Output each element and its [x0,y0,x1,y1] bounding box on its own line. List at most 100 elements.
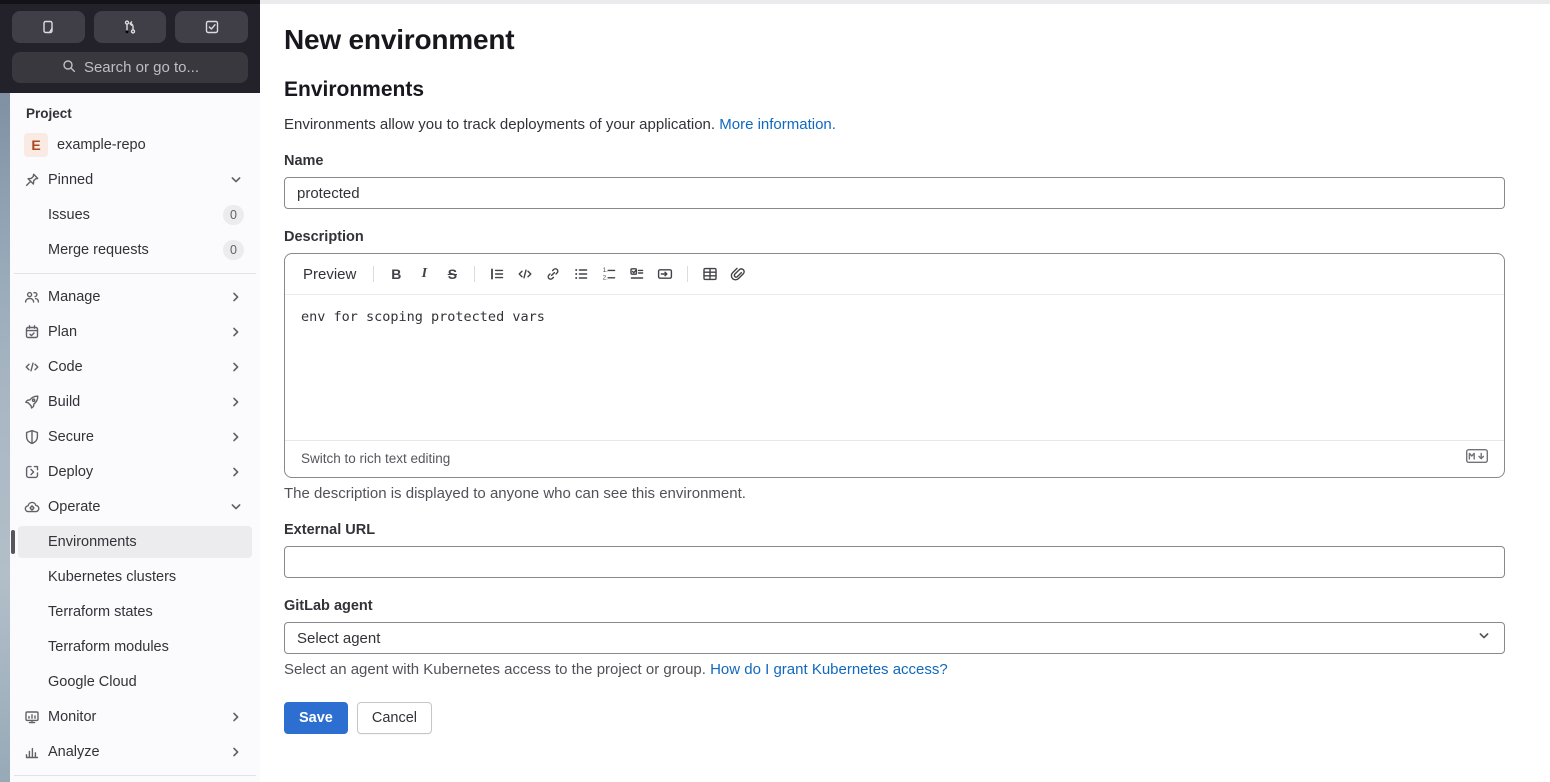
task-list-icon [629,266,645,282]
sidebar-item-kubernetes-clusters[interactable]: Kubernetes clusters [18,561,252,593]
window-edge-strip [0,93,10,782]
chevron-down-icon [228,499,244,515]
todos-shortcut-button[interactable] [175,11,249,43]
count-badge: 0 [223,205,244,225]
chevron-down-icon [1476,628,1492,648]
sidebar-item-label: Analyze [48,744,100,760]
external-url-label: External URL [284,522,376,538]
strikethrough-icon: S [447,266,458,282]
link-button[interactable] [540,261,566,287]
attach-file-button[interactable] [725,261,751,287]
sidebar-item-label: Issues [48,207,90,223]
table-icon [702,266,718,282]
chevron-right-icon [228,359,244,375]
monitor-icon [24,709,40,725]
pin-icon [24,172,40,188]
description-helper: The description is displayed to anyone w… [284,485,746,502]
chevron-right-icon [228,324,244,340]
project-name: example-repo [57,137,146,153]
sidebar-item-issues[interactable]: Issues 0 [18,199,252,231]
cancel-button[interactable]: Cancel [356,702,433,734]
sidebar-item-terraform-states[interactable]: Terraform states [18,596,252,628]
sidebar-item-label: Monitor [48,709,97,725]
sidebar-item-label: Plan [48,324,78,340]
operate-icon [24,499,40,515]
strikethrough-button[interactable]: S [439,261,465,287]
sidebar-item-label: Terraform modules [48,639,169,655]
sidebar-item-label: Secure [48,429,94,445]
task-list-button[interactable] [624,261,650,287]
deploy-icon [24,464,40,480]
issues-shortcut-button[interactable] [12,11,85,43]
merge-requests-shortcut-button[interactable] [93,11,167,43]
save-button[interactable]: Save [284,702,348,734]
calendar-icon [24,324,40,340]
link-icon [545,266,561,282]
editor-footer: Switch to rich text editing [285,440,1504,477]
sidebar-item-manage[interactable]: Manage [18,281,252,313]
intro-text: Environments allow you to track deployme… [284,116,836,133]
switch-to-rich-text-link[interactable]: Switch to rich text editing [301,451,450,466]
sidebar-item-plan[interactable]: Plan [18,316,252,348]
description-textarea[interactable]: env for scoping protected vars [285,295,1504,440]
toolbar-separator [373,266,375,282]
issues-icon [40,19,56,35]
bold-icon: B [391,266,402,282]
search-placeholder: Search or go to... [83,59,200,76]
search-input[interactable]: Search or go to... [12,52,248,83]
sidebar-nav: Project E example-repo Pinned Issues 0 Merg… [10,93,260,782]
bullet-list-button[interactable] [568,261,594,287]
sidebar-item-label: Code [48,359,83,375]
quote-button[interactable] [484,261,510,287]
sidebar-item-operate[interactable]: Operate [18,491,252,523]
chevron-right-icon [228,709,244,725]
sidebar-item-secure[interactable]: Secure [18,421,252,453]
sidebar-item-merge-requests[interactable]: Merge requests 0 [18,234,252,266]
more-information-link[interactable]: More information. [719,116,836,133]
kubernetes-access-link[interactable]: How do I grant Kubernetes access? [710,661,948,678]
sidebar-nav-list: Pinned Issues 0 Merge requests 0 Manage Plan Co… [10,164,260,776]
chevron-right-icon [228,744,244,760]
sidebar-item-google-cloud[interactable]: Google Cloud [18,666,252,698]
merge-request-icon [122,19,138,35]
bold-button[interactable]: B [383,261,409,287]
toolbar-separator [687,266,689,282]
table-button[interactable] [697,261,723,287]
sidebar-item-terraform-modules[interactable]: Terraform modules [18,631,252,663]
attach-file-icon [730,266,746,282]
sidebar-divider [14,775,256,776]
project-avatar: E [24,133,48,157]
bullet-list-icon [573,266,589,282]
sidebar-item-pinned[interactable]: Pinned [18,164,252,196]
sidebar-item-monitor[interactable]: Monitor [18,701,252,733]
page-title: New environment [284,24,515,55]
italic-button[interactable]: I [411,261,437,287]
topbar-shortcut-buttons [12,11,249,43]
rocket-icon [24,394,40,410]
count-badge: 0 [223,240,244,260]
code-icon [24,359,40,375]
sidebar: Search or go to... Project E example-rep… [0,0,260,782]
preview-button[interactable]: Preview [295,262,364,287]
sidebar-item-deploy[interactable]: Deploy [18,456,252,488]
sidebar-item-label: Deploy [48,464,94,480]
agent-select[interactable]: Select agent [284,622,1505,654]
markdown-icon [1465,448,1489,467]
todo-icon [204,19,220,35]
chevron-down-icon [228,172,244,188]
sidebar-project-row[interactable]: E example-repo [18,129,252,161]
external-url-input[interactable] [284,546,1505,578]
main-content: New environment Environments Environment… [260,0,1550,782]
code-button[interactable] [512,261,538,287]
name-input[interactable] [284,177,1505,209]
users-icon [24,289,40,305]
sidebar-item-code[interactable]: Code [18,351,252,383]
sidebar-item-analyze[interactable]: Analyze [18,736,252,768]
numbered-list-button[interactable]: 1. 2. [596,261,622,287]
sidebar-item-environments[interactable]: Environments [11,526,252,558]
collapsible-section-button[interactable] [652,261,678,287]
search-icon [61,58,77,78]
svg-text:1.: 1. [603,268,608,274]
sidebar-item-build[interactable]: Build [18,386,252,418]
section-title: Environments [284,78,425,101]
